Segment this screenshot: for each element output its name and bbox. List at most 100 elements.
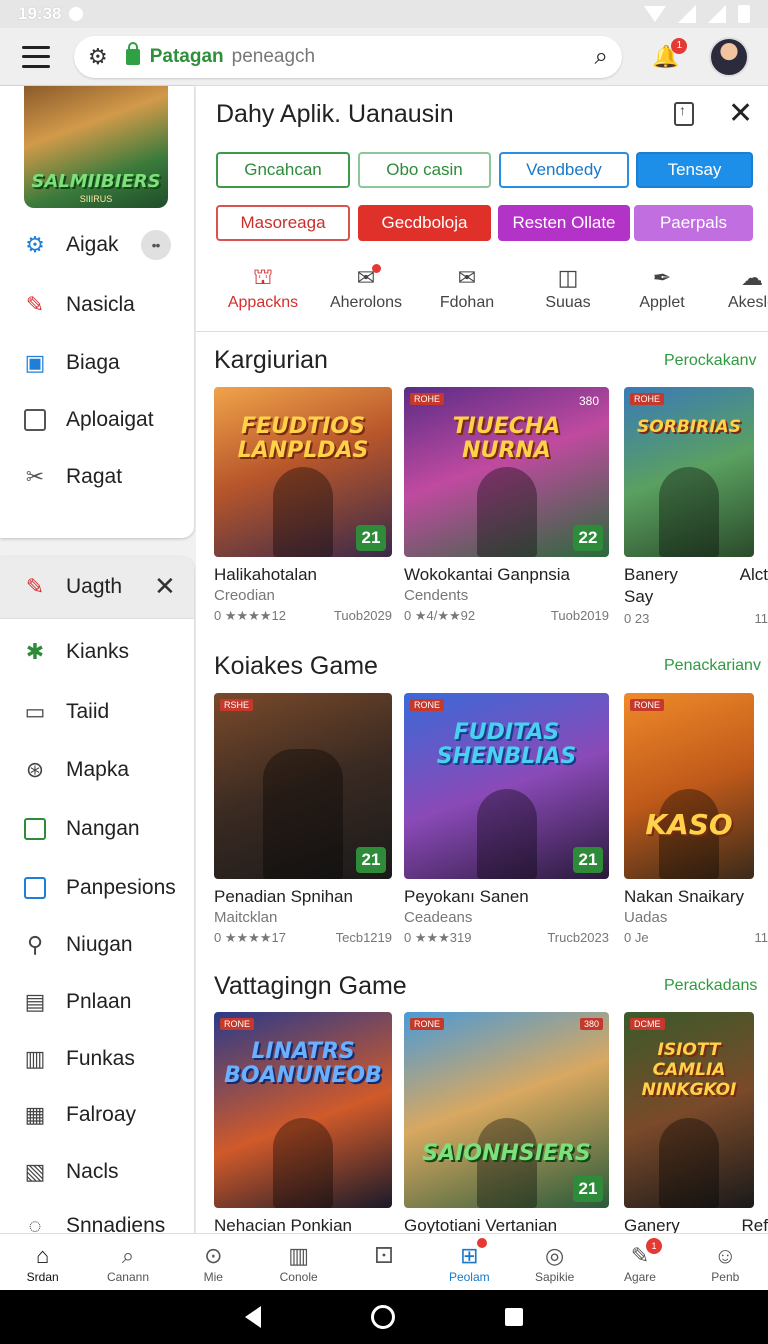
sidebar-item-mapka[interactable]: ⊛ Mapka	[22, 757, 129, 783]
search-bar[interactable]: ⚙ Patagan peneagch ⌕	[74, 35, 622, 78]
sidebar-item-pnlaan[interactable]: ▤ Pnlaan	[22, 989, 132, 1015]
game-title: Nehacian Ponkian	[214, 1216, 352, 1233]
section-see-all-link[interactable]: Perockakanv	[664, 352, 757, 370]
nav-item-peolam[interactable]: ⊞ Peolam	[427, 1234, 512, 1290]
tab-fdohan[interactable]: ✉ Fdohan	[417, 262, 517, 312]
rank-badge: 21	[356, 847, 386, 873]
game-title-alt: Ref	[741, 1216, 768, 1233]
game-card[interactable]: RONE KASO Nakan Snaikary Uadas 0 Je 11	[624, 693, 768, 945]
lock-icon	[125, 41, 140, 65]
nav-label: Conole	[279, 1270, 318, 1284]
game-tag: RONE	[220, 1018, 255, 1030]
sidebar-item-snnadiens[interactable]: ◌ Snnadiens	[22, 1213, 165, 1233]
sidebar-item-falroay[interactable]: ▦ Falroay	[22, 1102, 136, 1128]
nav-item-canann[interactable]: ⌕ Canann	[85, 1234, 170, 1290]
game-title: Peyokanı Sanen	[404, 887, 529, 906]
back-icon[interactable]	[245, 1306, 261, 1328]
filter-chip-6[interactable]: Gecdboloja	[358, 205, 491, 241]
game-thumbnail[interactable]: FEUDTIOS LANPLDAS 21	[214, 387, 392, 557]
nav-item-dice[interactable]: ⚀	[341, 1234, 426, 1290]
sidebar-item-aploaigat[interactable]: Aploaigat	[22, 407, 154, 433]
filter-chip-4[interactable]: Tensay	[636, 152, 753, 188]
sidebar-header-uagth[interactable]: ✎ Uagth	[22, 574, 122, 600]
nav-item-penb[interactable]: ☺ Penb	[683, 1234, 768, 1290]
search-icon[interactable]: ⌕	[595, 43, 608, 71]
gear-icon: ⚙	[25, 232, 45, 257]
sidebar-item-kianks[interactable]: ✱ Kianks	[22, 639, 129, 665]
sidebar-item-aigak[interactable]: ⚙ Aigak ••	[22, 230, 171, 260]
game-card[interactable]: RSHE 21 Penadian Spnihan Maitcklan 0 ★★★…	[214, 693, 392, 946]
game-character-image	[273, 1118, 333, 1208]
blue-square-icon	[22, 875, 48, 901]
sidebar-item-taiid[interactable]: ▭ Taiid	[22, 699, 110, 725]
sidebar-item-funkas[interactable]: ▥ Funkas	[22, 1046, 135, 1072]
menu-icon[interactable]	[22, 45, 50, 68]
sidebar-item-panpesions[interactable]: Panpesions	[22, 875, 176, 901]
section-see-all-link[interactable]: Perackadans	[664, 977, 757, 995]
game-card[interactable]: ROHE SORBIRIAS Banery Alct Say 0 23 11	[624, 387, 768, 626]
game-subtitle: Say	[624, 587, 654, 606]
nav-item-agare[interactable]: ✎ 1 Agare	[597, 1234, 682, 1290]
filter-chip-5[interactable]: Masoreaga	[216, 205, 350, 241]
filter-chip-7[interactable]: Resten Ollate	[498, 205, 630, 241]
filter-chip-8[interactable]: Paerpals	[634, 205, 753, 241]
sidebar-item-niugan[interactable]: ⚲ Niugan	[22, 932, 133, 958]
home-circle-icon[interactable]	[371, 1305, 395, 1329]
tab-suuas[interactable]: ◫ Suuas	[518, 262, 618, 312]
game-thumbnail[interactable]: ROHE SORBIRIAS	[624, 387, 754, 557]
featured-game-thumbnail[interactable]: SALMIIBIERS SIIIRUS	[24, 86, 168, 208]
search-input[interactable]: peneagch	[232, 46, 315, 68]
folder-icon: ▧	[24, 1159, 46, 1184]
close-icon[interactable]: ✕	[154, 571, 176, 602]
battery-icon	[738, 5, 750, 23]
game-card[interactable]: FEUDTIOS LANPLDAS 21 Halikahotalan Creod…	[214, 387, 392, 624]
section-see-all-link[interactable]: Penackarianv	[664, 657, 761, 675]
filter-chip-1[interactable]: Gncahcan	[216, 152, 350, 188]
share-icon[interactable]	[674, 102, 694, 126]
avatar[interactable]	[709, 36, 750, 77]
game-title-row: Ganery Ref	[624, 1216, 768, 1233]
nav-item-conole[interactable]: ▥ Conole	[256, 1234, 341, 1290]
game-rating: 0 23	[624, 611, 650, 626]
notification-button[interactable]: 🔔 1	[652, 37, 688, 70]
game-logo: FUDITAS SHENBLIAS	[436, 720, 577, 769]
game-card[interactable]: RONE LINATRS BOANUNEOB Nehacian Ponkian	[214, 1012, 392, 1233]
game-card[interactable]: RONE 380 SAIONHSIERS 21 Goytotiani Verta…	[404, 1012, 609, 1233]
settings-gear-icon[interactable]: ⚙	[88, 44, 108, 70]
nav-item-srdan[interactable]: ⌂ Srdan	[0, 1234, 85, 1290]
game-logo: LINATRS BOANUNEOB	[224, 1039, 382, 1088]
signal-icon	[678, 5, 696, 23]
game-card[interactable]: DCME ISIOTT CAMLIA NINKGKOI Ganery Ref	[624, 1012, 768, 1233]
filter-chip-2[interactable]: Obo casin	[358, 152, 491, 188]
game-card[interactable]: RONE FUDITAS SHENBLIAS 21 Peyokanı Sanen…	[404, 693, 609, 946]
more-options-button[interactable]: ••	[140, 230, 171, 260]
nav-item-sapikie[interactable]: ◎ Sapikie	[512, 1234, 597, 1290]
sidebar-item-nasicla[interactable]: ✎ Nasicla	[22, 292, 135, 318]
game-thumbnail[interactable]: RSHE 21	[214, 693, 392, 879]
game-count-badge: 380	[578, 394, 599, 408]
game-thumbnail[interactable]: ROHE 380 TIUECHA NURNA 22	[404, 387, 609, 557]
tab-akesle[interactable]: ☁ Akesle	[702, 262, 768, 312]
game-card[interactable]: ROHE 380 TIUECHA NURNA 22 Wokokantai Gan…	[404, 387, 609, 624]
recents-icon[interactable]	[505, 1308, 523, 1326]
game-thumbnail[interactable]: RONE 380 SAIONHSIERS 21	[404, 1012, 609, 1208]
tab-aherolons[interactable]: ✉ Aherolons	[316, 262, 416, 312]
game-tag: RONE	[630, 699, 665, 711]
tab-applet[interactable]: ✒ Applet	[612, 262, 712, 312]
sidebar-item-ragat[interactable]: ✂ Ragat	[22, 464, 122, 490]
game-thumbnail[interactable]: RONE FUDITAS SHENBLIAS 21	[404, 693, 609, 879]
game-meta: 0 ★★★★12 Tuob2029	[214, 608, 392, 624]
sidebar-item-nangan[interactable]: Nangan	[22, 816, 140, 842]
game-thumbnail[interactable]: DCME ISIOTT CAMLIA NINKGKOI	[624, 1012, 754, 1208]
nav-item-mie[interactable]: ⊙ Mie	[171, 1234, 256, 1290]
game-thumbnail[interactable]: RONE LINATRS BOANUNEOB	[214, 1012, 392, 1208]
sidebar-item-biaga[interactable]: ▣ Biaga	[22, 350, 120, 376]
game-tag: ROHE	[630, 393, 665, 405]
close-icon[interactable]: ✕	[728, 96, 753, 131]
sidebar-item-nacls[interactable]: ▧ Nacls	[22, 1159, 119, 1185]
tab-appackns[interactable]: ⛫ Appackns	[213, 262, 313, 312]
filter-chip-3[interactable]: Vendbedy	[499, 152, 629, 188]
sidebar-item-label: Niugan	[66, 933, 133, 956]
sidebar-item-label: Nacls	[66, 1160, 119, 1183]
game-thumbnail[interactable]: RONE KASO	[624, 693, 754, 879]
